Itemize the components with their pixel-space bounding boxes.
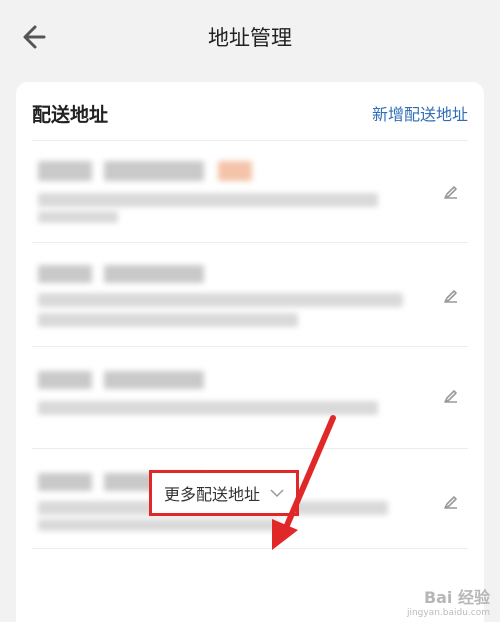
address-item[interactable] [32,140,468,241]
watermark-logo: Bai 经验 [423,588,490,607]
chevron-down-icon [270,489,284,498]
blurred-address-line [38,211,118,223]
blurred-name [38,473,92,491]
blurred-name [38,371,92,389]
page-title: 地址管理 [208,26,292,50]
pencil-icon[interactable] [442,493,460,511]
list-divider [32,548,468,549]
blurred-phone [104,371,204,389]
blurred-address-line [38,401,378,415]
address-card: 配送地址 新增配送地址 [16,82,484,622]
blurred-address-line [38,519,278,531]
blurred-tag [218,161,252,181]
section-title: 配送地址 [32,104,109,126]
blurred-address-line [38,313,298,327]
blurred-address-line [38,293,403,307]
pencil-icon[interactable] [442,183,460,201]
pencil-icon[interactable] [442,287,460,305]
address-item[interactable] [32,346,468,447]
top-bar: 地址管理 [0,0,500,72]
blurred-name [38,265,92,283]
add-address-link[interactable]: 新增配送地址 [372,101,468,125]
more-addresses-button[interactable]: 更多配送地址 [149,470,299,516]
blurred-phone [104,161,204,181]
blurred-address-line [38,193,378,207]
more-addresses-label: 更多配送地址 [163,485,260,504]
watermark-url: jingyan.baidu.com [406,608,490,618]
blurred-phone [104,265,204,283]
blurred-name [38,161,92,181]
watermark: Bai 经验 jingyan.baidu.com [407,584,490,618]
pencil-icon[interactable] [442,387,460,405]
address-item[interactable] [32,242,468,343]
